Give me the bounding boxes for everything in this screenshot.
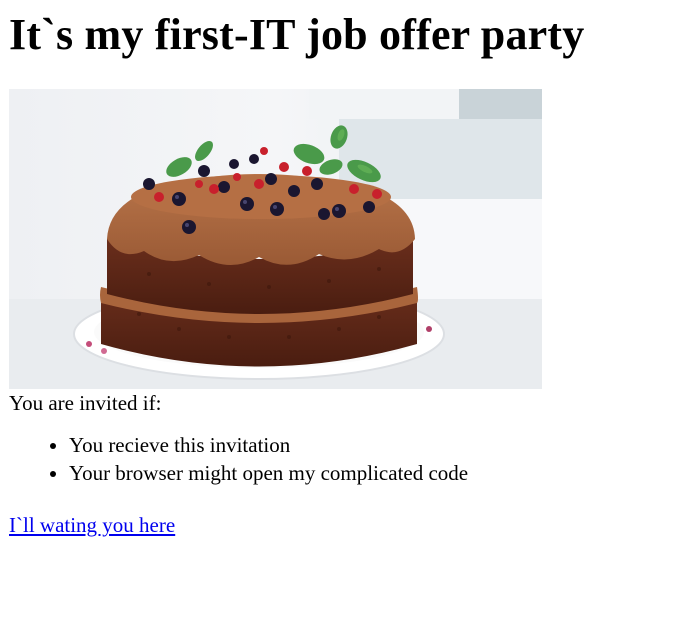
party-location-link[interactable]: I`ll wating you here: [9, 513, 175, 537]
conditions-list: You recieve this invitation Your browser…: [9, 431, 671, 487]
cake-image: [9, 89, 542, 389]
page-title: It`s my first-IT job offer party: [9, 10, 585, 59]
link-paragraph: I`ll wating you here: [9, 511, 671, 539]
page-content: It`s my first-IT job offer party You are…: [0, 13, 680, 539]
list-item: Your browser might open my complicated c…: [69, 459, 671, 487]
list-item: You recieve this invitation: [69, 431, 671, 459]
invitation-intro: You are invited if:: [9, 391, 162, 415]
